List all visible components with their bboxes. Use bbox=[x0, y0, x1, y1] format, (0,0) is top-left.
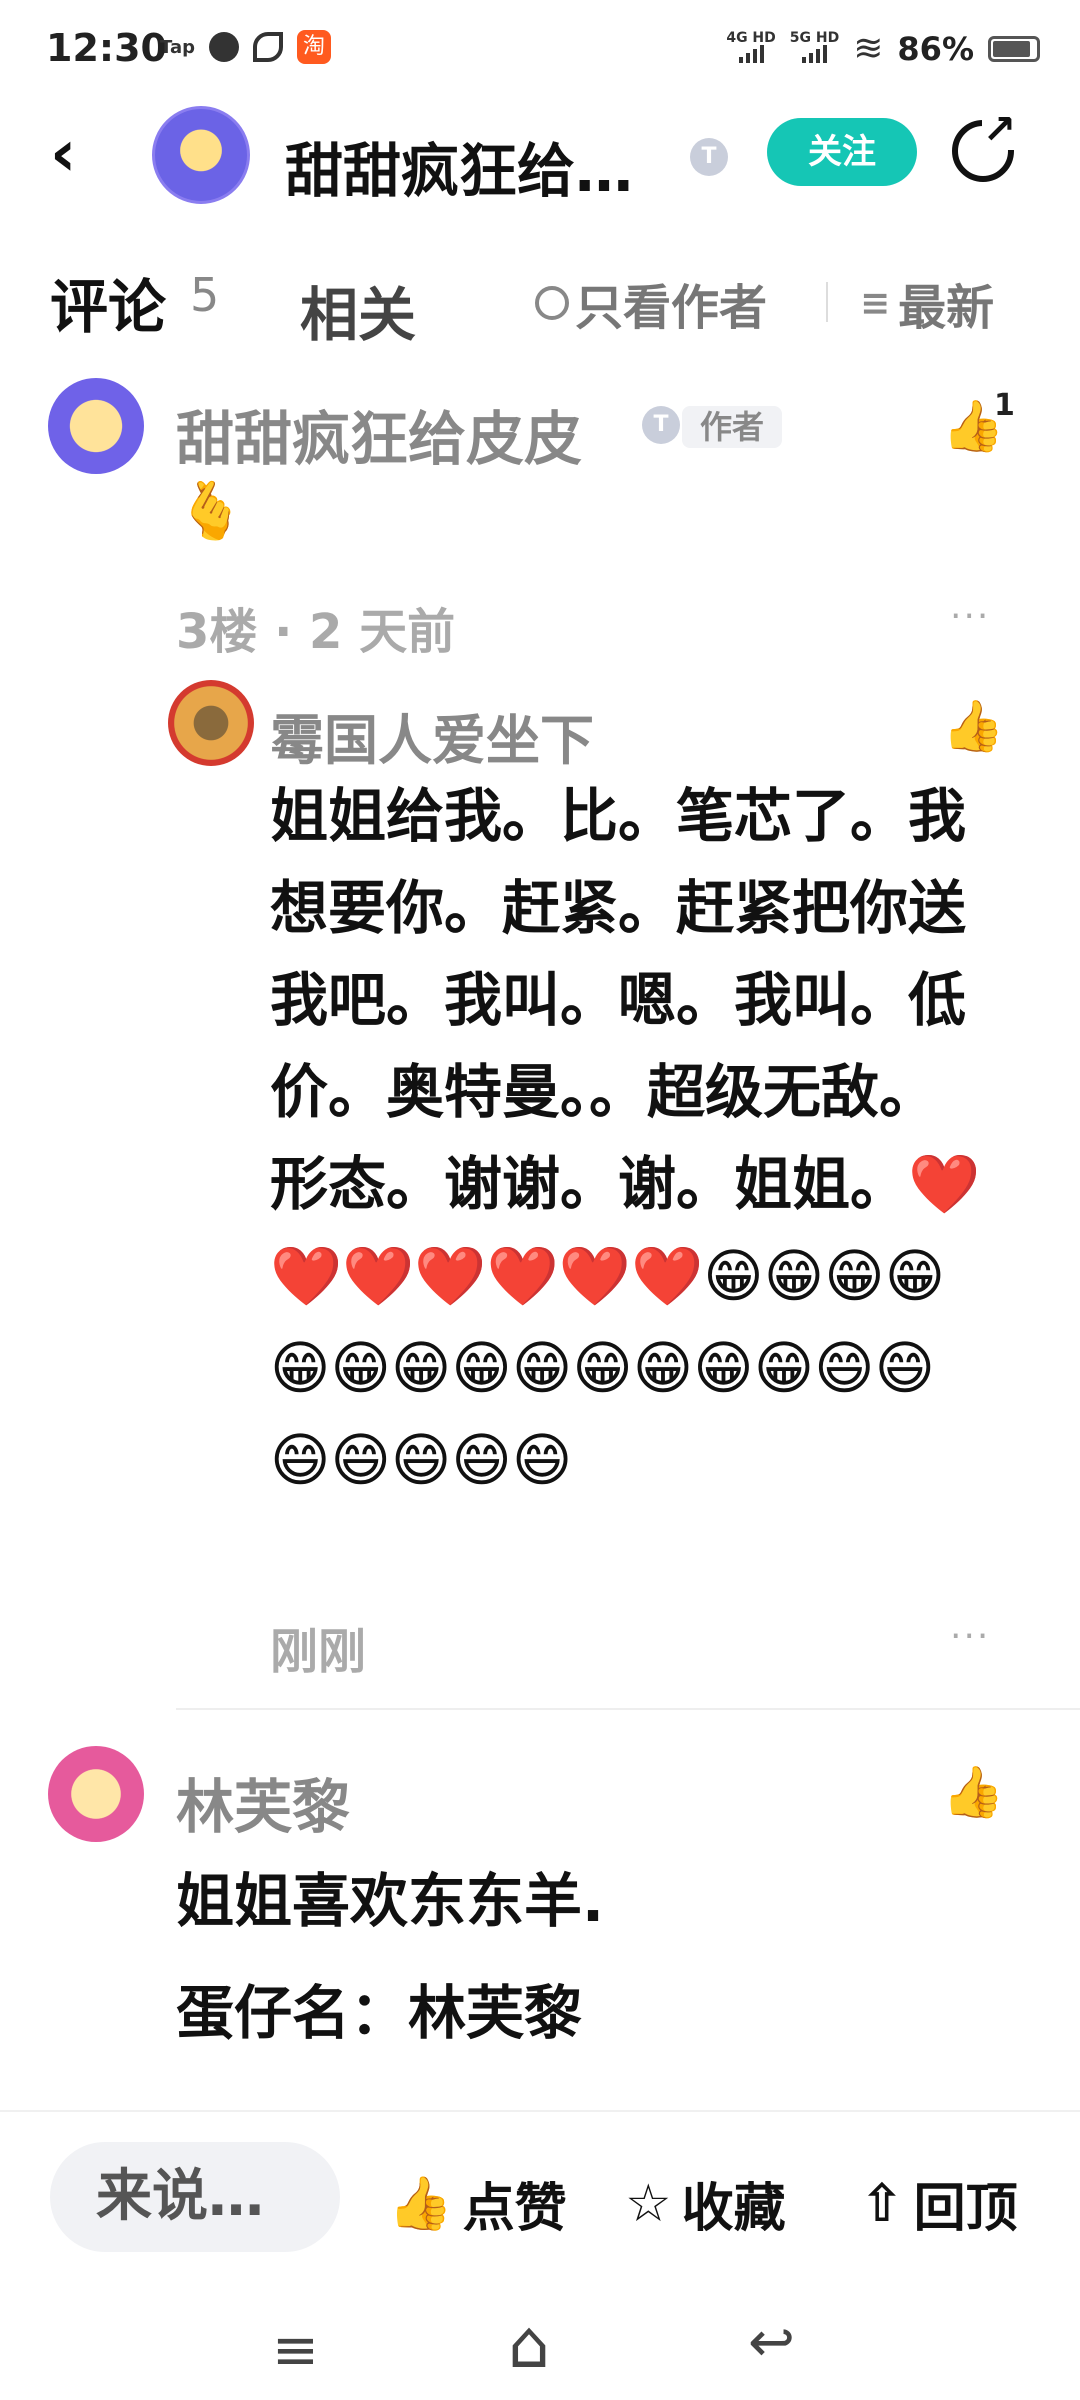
post-header: ‹ 甜甜疯狂给… T 关注 bbox=[0, 96, 1080, 216]
only-author-toggle[interactable]: 只看作者 bbox=[535, 268, 767, 338]
more-options-icon[interactable]: ··· bbox=[950, 1616, 990, 1657]
comment-author[interactable]: 甜甜疯狂给皮皮 bbox=[176, 392, 582, 476]
author-title[interactable]: 甜甜疯狂给… bbox=[285, 124, 633, 208]
only-author-label: 只看作者 bbox=[575, 280, 768, 336]
comment-tabs: 评论 5 相关 只看作者 ≡ 最新 bbox=[0, 250, 1080, 350]
battery-percent: 86% bbox=[897, 29, 974, 68]
taobao-icon: 淘 bbox=[297, 30, 331, 64]
comment-text-line: 蛋仔名：林芙黎 bbox=[176, 1979, 583, 2047]
back-arrow-icon: ‹ bbox=[50, 117, 77, 191]
author-avatar[interactable] bbox=[152, 106, 250, 204]
like-icon[interactable]: 👍 bbox=[942, 696, 1004, 756]
comment-text-line: 姐姐喜欢东东羊. bbox=[176, 1867, 605, 1935]
reply-author[interactable]: 霉国人爱坐下 bbox=[270, 696, 594, 775]
level-badge-icon: T bbox=[642, 406, 680, 444]
home-icon[interactable]: ⌂ bbox=[508, 2306, 550, 2383]
like-count: 1 bbox=[994, 388, 1015, 423]
author-tag: 作者 bbox=[682, 406, 782, 448]
comment-avatar[interactable] bbox=[48, 378, 144, 474]
top-label: 回顶 bbox=[913, 2179, 1018, 2239]
like-icon[interactable]: 👍 bbox=[942, 396, 1004, 456]
comment-emoji: 🫰 bbox=[176, 479, 246, 544]
favorite-button[interactable]: ☆ 收藏 bbox=[625, 2166, 786, 2241]
status-bar: 12:30 Tap 淘 4G HD 5G HD ≋ 86% bbox=[0, 0, 1080, 96]
thumbs-up-icon: 👍 bbox=[388, 2174, 453, 2234]
comment-input[interactable]: 来说… bbox=[50, 2142, 340, 2252]
radio-circle-icon bbox=[535, 286, 569, 320]
comments-count: 5 bbox=[190, 268, 220, 322]
comment-author[interactable]: 林芙黎 bbox=[176, 1760, 350, 1844]
status-time: 12:30 bbox=[46, 26, 167, 70]
reply-time: 刚刚 bbox=[270, 1624, 367, 1680]
bottom-action-bar: 来说… 👍 点赞 ☆ 收藏 ⇧ 回顶 bbox=[0, 2110, 1080, 2260]
reply-text: 姐姐给我。比。笔芯了。我想要你。赶紧。赶紧把你送我吧。我叫。嗯。我叫。低价。奥特… bbox=[270, 782, 981, 1494]
recent-apps-icon[interactable]: ≡ bbox=[272, 2318, 319, 2383]
back-button[interactable]: ‹ bbox=[50, 122, 110, 186]
favorite-label: 收藏 bbox=[681, 2179, 786, 2239]
status-app-icons: Tap 淘 bbox=[160, 30, 331, 64]
message-icon bbox=[209, 32, 239, 62]
share-icon[interactable] bbox=[952, 110, 1016, 182]
divider bbox=[176, 1708, 1080, 1710]
like-label: 点赞 bbox=[462, 2179, 567, 2239]
more-options-icon[interactable]: ··· bbox=[950, 596, 990, 637]
divider bbox=[826, 282, 828, 322]
star-icon: ☆ bbox=[625, 2173, 672, 2234]
comment-floor-time: 3楼 · 2 天前 bbox=[176, 604, 456, 660]
like-button[interactable]: 👍 点赞 bbox=[388, 2166, 567, 2241]
leaf-app-icon bbox=[253, 32, 283, 62]
follow-button[interactable]: 关注 bbox=[767, 118, 917, 186]
sort-newest-button[interactable]: ≡ 最新 bbox=[860, 268, 994, 338]
sort-icon: ≡ bbox=[860, 282, 891, 324]
reply-avatar[interactable] bbox=[168, 680, 254, 766]
sort-label: 最新 bbox=[898, 280, 995, 336]
tab-related[interactable]: 相关 bbox=[300, 268, 416, 352]
tab-comments[interactable]: 评论 bbox=[50, 260, 166, 344]
upload-arrow-icon: ⇧ bbox=[860, 2173, 904, 2234]
level-badge-icon: T bbox=[690, 138, 728, 176]
signal-5g-icon: 5G HD bbox=[790, 31, 839, 66]
system-nav-bar: ≡ ⌂ ↩ bbox=[0, 2260, 1080, 2400]
battery-icon bbox=[988, 35, 1040, 62]
signal-5g-label: 5G HD bbox=[789, 30, 840, 46]
taptap-icon: Tap bbox=[160, 36, 195, 58]
like-icon[interactable]: 👍 bbox=[942, 1762, 1004, 1822]
signal-4g-icon: 4G HD bbox=[726, 30, 776, 66]
status-indicators: 4G HD 5G HD ≋ 86% bbox=[726, 28, 1040, 69]
signal-4g-label: 4G HD bbox=[726, 30, 776, 46]
wifi-icon: ≋ bbox=[853, 28, 884, 69]
comment-avatar[interactable] bbox=[48, 1746, 144, 1842]
back-to-top-button[interactable]: ⇧ 回顶 bbox=[860, 2166, 1018, 2241]
nav-back-icon[interactable]: ↩ bbox=[748, 2310, 795, 2375]
